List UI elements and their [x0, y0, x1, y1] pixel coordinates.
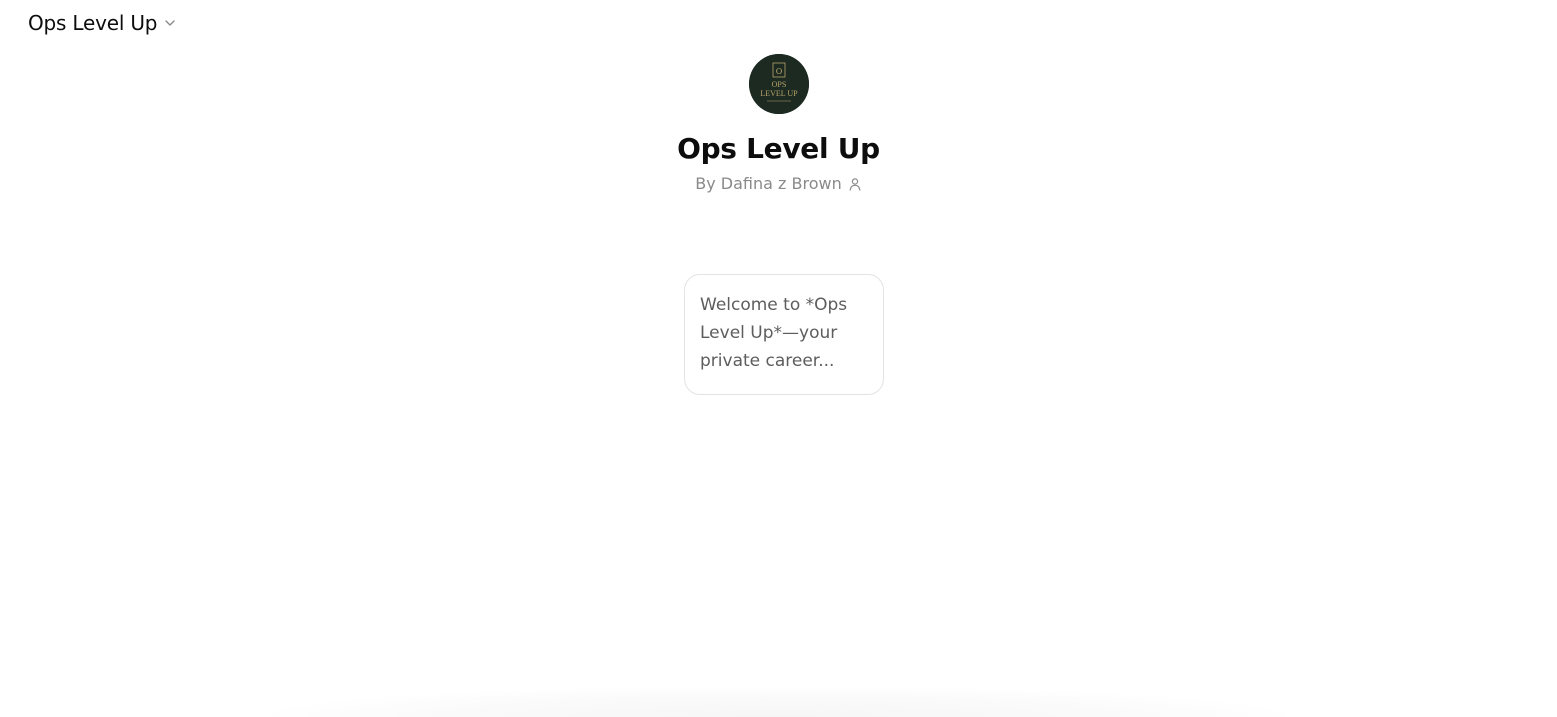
- avatar-logo-line1: OPS: [771, 80, 786, 89]
- gpt-landing-page: Ops Level Up O OPS LEVEL UP Ops Level Up…: [0, 0, 1557, 717]
- model-switcher-label: Ops Level Up: [28, 11, 158, 35]
- avatar-logo-line2: LEVEL UP: [760, 89, 798, 98]
- gpt-avatar: O OPS LEVEL UP: [748, 54, 809, 114]
- gpt-hero: O OPS LEVEL UP Ops Level Up By Dafina z …: [0, 54, 1557, 193]
- person-icon: [848, 177, 862, 191]
- svg-text:O: O: [775, 67, 782, 76]
- composer-shadow: [270, 687, 1287, 717]
- gpt-title: Ops Level Up: [677, 132, 880, 165]
- conversation-starter-text: Welcome to *Ops Level Up*—your private c…: [700, 295, 848, 371]
- model-switcher-button[interactable]: Ops Level Up: [20, 6, 185, 40]
- conversation-starter-card[interactable]: Welcome to *Ops Level Up*—your private c…: [684, 274, 884, 395]
- author-name: By Dafina z Brown: [695, 174, 842, 193]
- chevron-down-icon: [163, 16, 177, 30]
- gpt-byline: By Dafina z Brown: [695, 174, 861, 193]
